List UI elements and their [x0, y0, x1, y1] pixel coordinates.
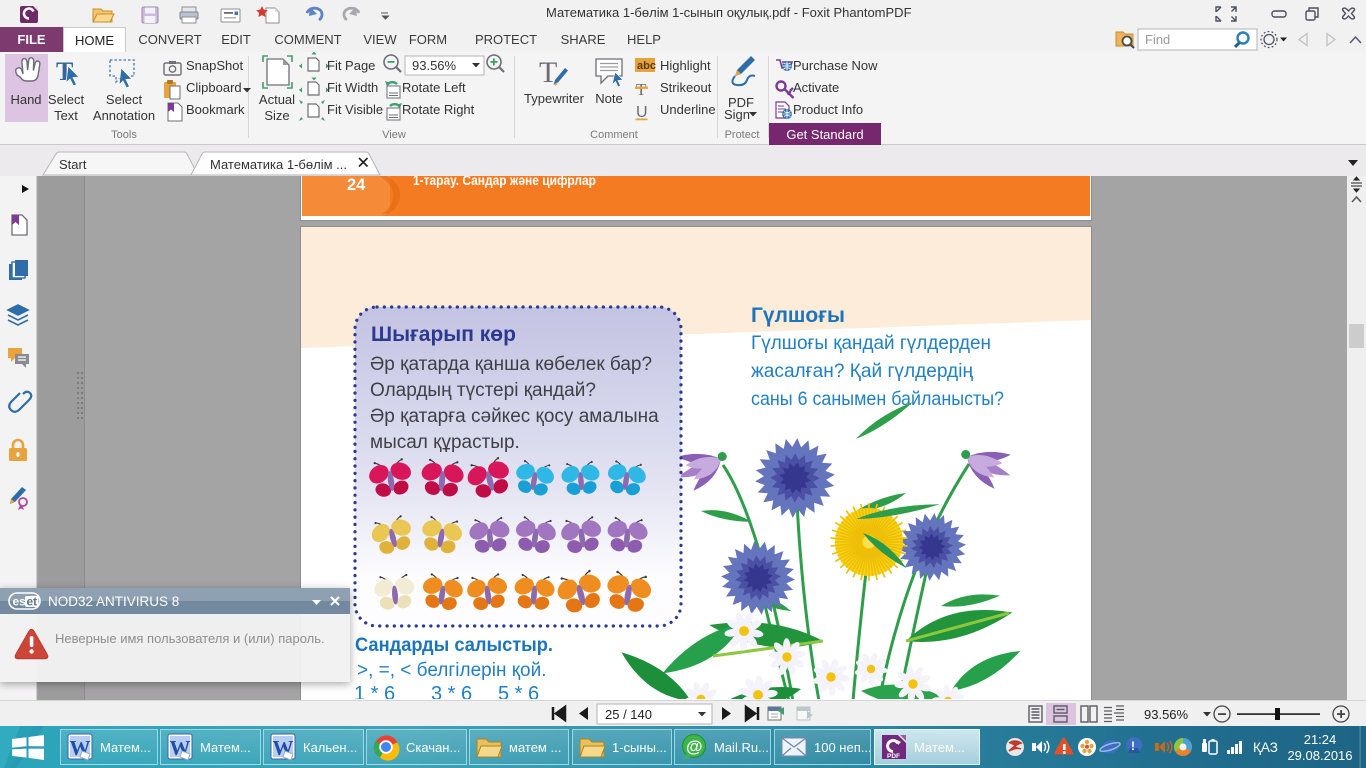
svg-text:abc: abc: [637, 60, 656, 72]
svg-text:Әр қатарда қанша көбелек бар?: Әр қатарда қанша көбелек бар?: [370, 354, 652, 375]
svg-text:Size: Size: [264, 108, 289, 123]
svg-text:NOD32 ANTIVIRUS 8: NOD32 ANTIVIRUS 8: [48, 594, 179, 609]
svg-text:Activate: Activate: [793, 80, 839, 95]
svg-text:Rotate Right: Rotate Right: [402, 102, 475, 117]
svg-text:24: 24: [347, 176, 366, 194]
svg-text:Әр қатарға сәйкес қосу амалына: Әр қатарға сәйкес қосу амалына: [370, 406, 659, 427]
svg-text:Start: Start: [59, 157, 87, 172]
svg-text:Protect: Protect: [725, 129, 760, 141]
svg-text:es: es: [13, 595, 27, 609]
svg-text:Product Info: Product Info: [793, 102, 863, 117]
svg-text:!: !: [1131, 739, 1135, 753]
svg-text:Гүлшоғы: Гүлшоғы: [751, 304, 845, 327]
svg-text:et: et: [27, 595, 38, 609]
svg-text:Strikeout: Strikeout: [660, 80, 712, 95]
svg-text:Note: Note: [595, 91, 622, 106]
svg-text:U: U: [636, 104, 648, 121]
svg-text:Comment: Comment: [590, 129, 638, 141]
svg-text:Highlight: Highlight: [660, 58, 711, 73]
svg-text:1-тарау. Сандар және цифрлар: 1-тарау. Сандар және цифрлар: [413, 176, 596, 188]
svg-text:Fit Visible: Fit Visible: [327, 102, 383, 117]
svg-text:@: @: [686, 737, 703, 756]
svg-text:Сандарды салыстыр.: Сандарды салыстыр.: [355, 634, 553, 656]
svg-text:жасалған? Қай гүлдердің: жасалған? Қай гүлдердің: [751, 360, 973, 382]
svg-text:Get Standard: Get Standard: [786, 127, 863, 142]
svg-text:Hand: Hand: [10, 92, 41, 107]
svg-text:Гүлшоғы қандай гүлдерден: Гүлшоғы қандай гүлдерден: [751, 332, 991, 354]
svg-text:PDF: PDF: [887, 753, 900, 760]
svg-text:SnapShot: SnapShot: [186, 58, 243, 73]
svg-text:3 * 6: 3 * 6: [431, 683, 472, 699]
svg-text:Underline: Underline: [660, 102, 716, 117]
svg-text:21:24: 21:24: [1304, 732, 1337, 747]
svg-text:Purchase Now: Purchase Now: [793, 58, 878, 73]
svg-text:1 * 6: 1 * 6: [354, 683, 395, 699]
svg-text:Find: Find: [1145, 32, 1170, 47]
svg-text:25 / 140: 25 / 140: [605, 707, 652, 722]
svg-text:93.56%: 93.56%: [412, 58, 457, 73]
svg-text:Fit Width: Fit Width: [327, 80, 378, 95]
svg-text:Text: Text: [54, 108, 78, 123]
svg-text:Rotate Left: Rotate Left: [402, 80, 466, 95]
svg-text:Олардың түстері қандай?: Олардың түстері қандай?: [370, 380, 596, 401]
svg-text:Select: Select: [48, 92, 85, 107]
svg-text:Bookmark: Bookmark: [186, 102, 245, 117]
svg-text:Sign: Sign: [724, 107, 750, 122]
svg-text:>, =, < белгілерін қой.: >, =, < белгілерін қой.: [357, 660, 547, 681]
svg-text:ҚАЗ: ҚАЗ: [1253, 740, 1278, 755]
svg-text:мысал құрастыр.: мысал құрастыр.: [370, 432, 520, 453]
svg-text:Tools: Tools: [111, 129, 137, 141]
svg-text:93.56%: 93.56%: [1144, 707, 1189, 722]
svg-text:Typewriter: Typewriter: [524, 91, 585, 106]
svg-text:саны 6 санымен байланысты?: саны 6 санымен байланысты?: [751, 388, 1004, 410]
svg-text:Annotation: Annotation: [93, 108, 155, 123]
svg-text:Clipboard: Clipboard: [186, 80, 242, 95]
svg-text:5 * 6: 5 * 6: [498, 683, 539, 699]
svg-text:Шығарып көр: Шығарып көр: [371, 323, 516, 346]
svg-text:Actual: Actual: [259, 92, 295, 107]
svg-text:29.08.2016: 29.08.2016: [1287, 748, 1352, 763]
svg-text:View: View: [382, 129, 406, 141]
svg-text:Fit Page: Fit Page: [327, 58, 375, 73]
svg-text:Математика 1-бөлім ...: Математика 1-бөлім ...: [210, 157, 347, 172]
svg-text:Select: Select: [106, 92, 143, 107]
svg-text:T: T: [636, 80, 647, 99]
svg-text:Неверные имя пользователя и (и: Неверные имя пользователя и (или) пароль…: [55, 631, 325, 646]
